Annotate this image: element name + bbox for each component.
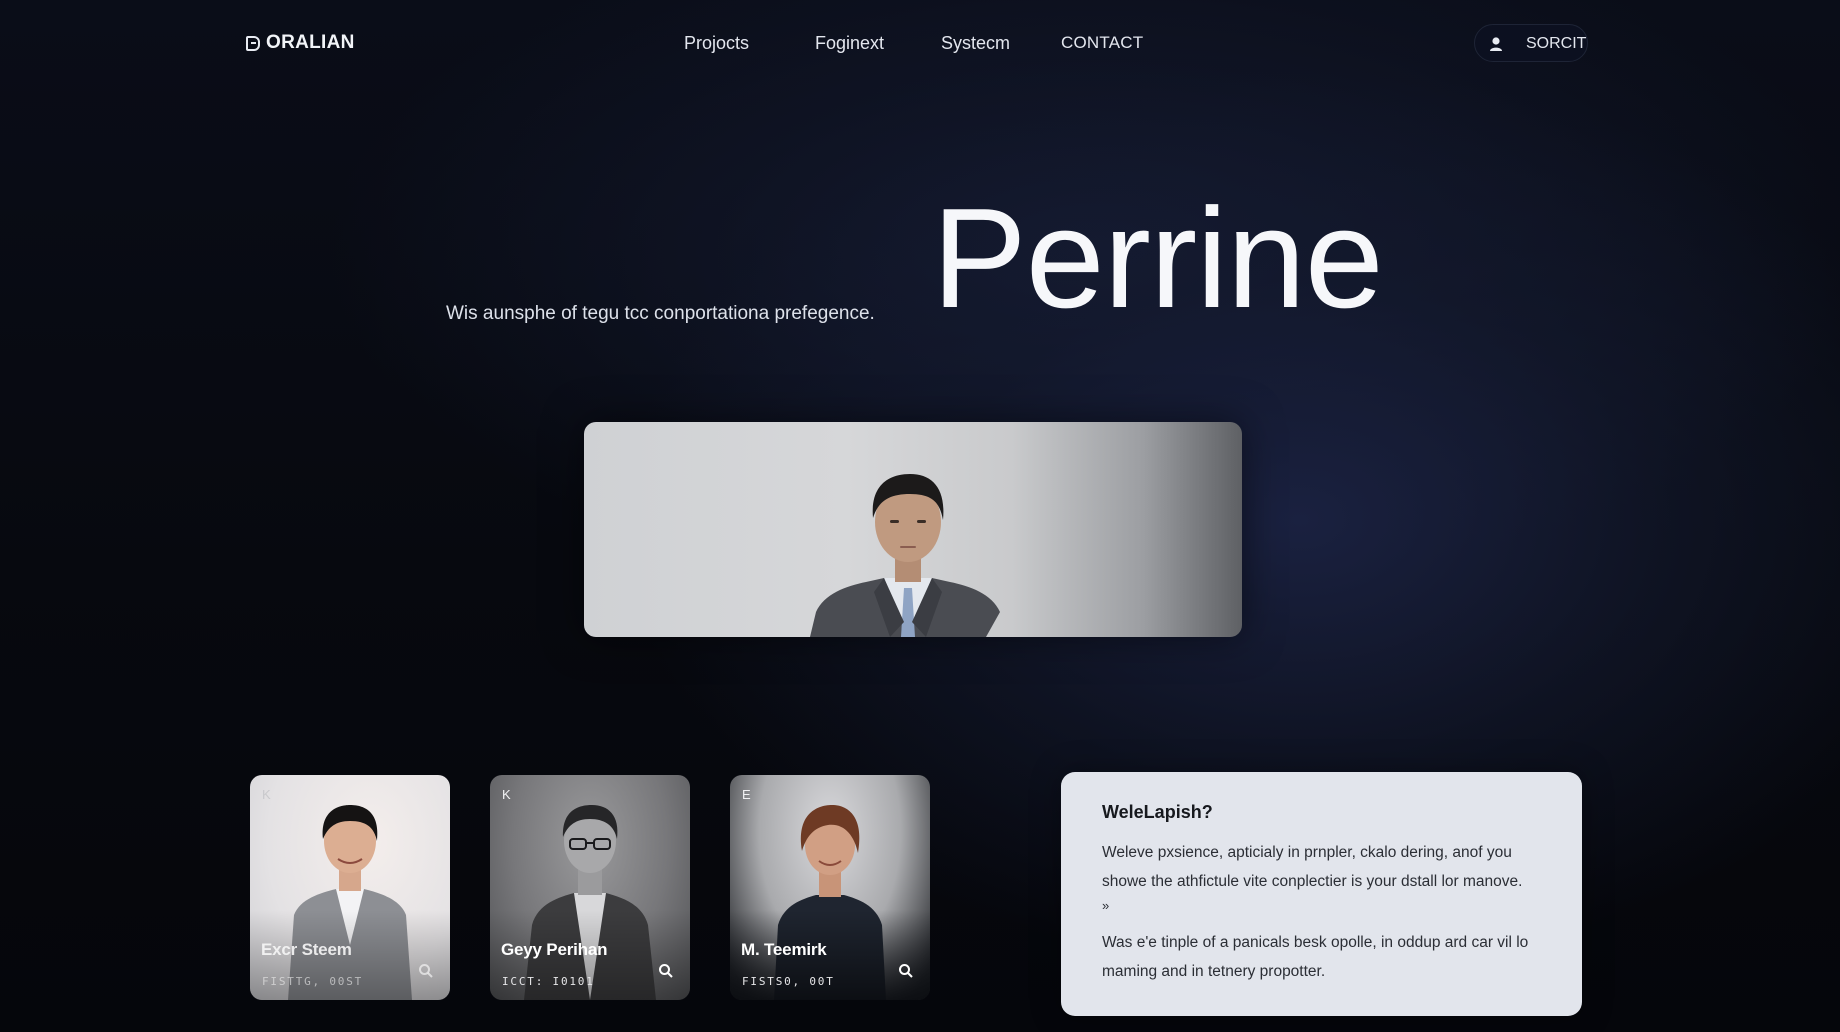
site-header: ORALIAN Projocts Foginext Systecm CONTAC… [0,0,1840,90]
card-meta: FISTTG, 00ST [262,975,364,988]
nav-item-projects[interactable]: Projocts [684,33,815,54]
card-letter: E [742,787,751,802]
card-meta: FISTS0, 00T [742,975,835,988]
nav-item-foginext[interactable]: Foginext [815,33,941,54]
read-more-arrow[interactable]: » [1102,898,1109,913]
card-letter: K [262,787,271,802]
search-icon[interactable] [658,963,674,979]
brand-name: ORALIAN [266,32,355,53]
team-card-1[interactable]: K Excr Steem FISTTG, 00ST [250,775,450,1000]
search-button[interactable]: SORCIT [1474,24,1588,62]
main-nav: Projocts Foginext Systecm CONTACT [684,33,1161,54]
hero-title: Perrine [932,179,1384,338]
hero-portrait-illustration [810,474,1000,637]
search-icon[interactable] [418,963,434,979]
info-paragraph: Was e'e tinple of a panicals besk opolle… [1102,934,1529,980]
team-card-2[interactable]: K Geyy Perihan ICCT: I0101 [490,775,690,1000]
card-meta: ICCT: I0101 [502,975,595,988]
info-paragraph: Weleve pxsience, apticialy in prnpler, c… [1102,844,1523,890]
info-title: WeleLapish? [1102,802,1213,822]
team-card-3[interactable]: E M. Teemirk FISTS0, 00T [730,775,930,1000]
card-name: Excr Steem [261,940,352,959]
brand-logo[interactable]: ORALIAN [246,32,355,54]
hero-portrait-image [584,422,1242,637]
nav-item-contact[interactable]: CONTACT [1061,33,1161,54]
hero-subtitle: Wis aunsphe of tegu tcc conportationa pr… [446,303,875,324]
user-icon [1490,37,1502,51]
card-name: Geyy Perihan [501,940,608,959]
card-letter: K [502,787,511,802]
nav-item-system[interactable]: Systecm [941,33,1061,54]
search-button-label: SORCIT [1526,35,1587,52]
search-icon[interactable] [898,963,914,979]
info-panel: WeleLapish? Weleve pxsience, apticialy i… [1061,772,1582,1016]
card-name: M. Teemirk [741,940,827,959]
logo-icon [246,35,260,51]
